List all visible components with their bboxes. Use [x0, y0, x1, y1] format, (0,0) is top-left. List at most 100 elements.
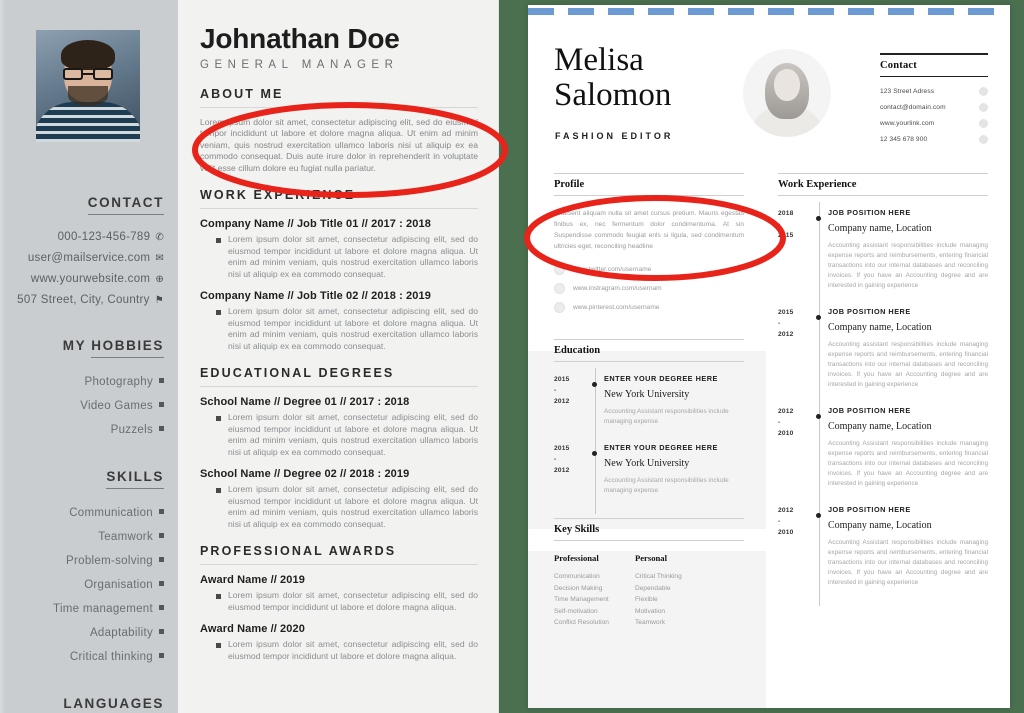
section-title-education-right: Education [554, 345, 601, 356]
contact-website-text: www.yourlink.com [880, 119, 935, 127]
education-entry-bullet: Lorem ipsum dolor sit amet, consectetur … [216, 484, 478, 530]
key-skills-column-title: Professional [554, 553, 599, 563]
divider [200, 564, 478, 566]
bullet-square-icon [159, 509, 164, 514]
skill-item: Critical thinking [10, 645, 164, 669]
hobby-item: Puzzels [10, 418, 164, 442]
contact-item-phone-right[interactable]: 12 345 678 900 [880, 132, 988, 148]
timeline-dot-icon [816, 315, 821, 320]
work-entry-bullet: Lorem ipsum dolor sit amet, consectetur … [216, 306, 478, 352]
skill-item: Problem-solving [10, 549, 164, 573]
job-position-title: JOB POSITION HERE [828, 307, 911, 316]
work-timeline-item: 2015 - 2012 JOB POSITION HERE Company na… [778, 301, 988, 408]
award-entry-bullet: Lorem ipsum dolor sit amet, consectetur … [216, 590, 478, 613]
skill-label: Adaptability [89, 627, 153, 639]
skill-label: Problem-solving [66, 555, 153, 567]
bullet-square-icon [159, 629, 164, 634]
job-role-subtitle-right: FASHION EDITOR [555, 131, 674, 141]
key-skills-columns: Professional Communication Decision Maki… [554, 553, 744, 629]
education-entry-heading: School Name // Degree 01 // 2017 : 2018 [200, 396, 410, 409]
date-to: 2015 [778, 232, 794, 239]
top-dashed-accent-bar [528, 5, 1010, 15]
divider [200, 106, 478, 108]
hobby-item: Video Games [10, 394, 164, 418]
education-entry-heading: School Name // Degree 02 // 2018 : 2019 [200, 468, 410, 481]
social-link-text: www.twitter.com/username [573, 266, 652, 273]
right-resume-right-column: Work Experience 2018 - 2015 JOB POSITION… [766, 173, 1010, 606]
section-title-education: EDUCATIONAL DEGREES [200, 366, 395, 381]
contact-heading: CONTACT [87, 195, 164, 215]
social-link-twitter[interactable]: www.twitter.com/username [554, 264, 744, 275]
bullet-square-icon [216, 310, 221, 316]
work-entry-desc: Accounting assistant responsibilities in… [828, 341, 988, 388]
award-entry-body: Lorem ipsum dolor sit amet, consectetur … [228, 590, 478, 612]
section-work-experience: WORK EXPERIENCE Company Name // Job Titl… [200, 188, 478, 352]
globe-icon [979, 119, 988, 128]
award-entry-bullet: Lorem ipsum dolor sit amet, consectetur … [216, 639, 478, 662]
contact-phone-text: 000-123-456-789 [57, 231, 151, 243]
key-skill-item: Motivation [634, 607, 666, 615]
section-title-profile: Profile [554, 179, 585, 190]
date-from: 2012 [778, 408, 794, 415]
work-entry-content: JOB POSITION HERE Company name, Location… [828, 505, 988, 588]
award-entry-body: Lorem ipsum dolor sit amet, consectetur … [228, 639, 478, 661]
photo-hair [61, 40, 115, 70]
work-entry-bullet: Lorem ipsum dolor sit amet, consectetur … [216, 234, 478, 280]
contact-item-address[interactable]: 507 Street, City, Country ⚑ [10, 290, 164, 311]
key-skill-item: Flexible [634, 596, 658, 603]
right-resume-inner: Melisa Salomon FASHION EDITOR Contact 12… [528, 13, 1010, 708]
timeline-dot-icon [816, 216, 821, 221]
company-name: Company name, Location [828, 322, 932, 333]
contact-heading-right: Contact [880, 59, 917, 71]
timeline-rail [588, 437, 604, 514]
page-title: Johnathan Doe [200, 23, 400, 54]
key-skill-item: Time Management [554, 596, 609, 603]
skill-label: Time management [53, 603, 153, 615]
contact-item-website[interactable]: www.yourwebsite.com ⊕ [10, 269, 164, 290]
photo-torso [36, 102, 140, 142]
skills-list: Communication Teamwork Problem-solving O… [10, 501, 164, 669]
education-date-range: 2015 - 2012 [554, 443, 588, 496]
bullet-square-icon [216, 416, 221, 422]
contact-item-website-right[interactable]: www.yourlink.com [880, 116, 988, 132]
social-link-pinterest[interactable]: www.pinterest.com/username [554, 302, 744, 313]
hobby-item: Photography [10, 370, 164, 394]
location-pin-icon: ⚑ [154, 295, 164, 306]
skill-label: Communication [69, 507, 153, 519]
key-skills-column-title: Personal [634, 553, 667, 563]
section-awards: PROFESSIONAL AWARDS Award Name // 2019 L… [200, 544, 478, 662]
contact-heading-wrap: CONTACT [10, 194, 164, 215]
right-resume-header: Melisa Salomon FASHION EDITOR Contact 12… [528, 13, 1010, 173]
key-skill-item: Decision Making [554, 584, 603, 592]
hobbies-heading-prefix: MY [62, 338, 92, 353]
skill-item: Time management [10, 597, 164, 621]
work-date-range: 2012 - 2010 [778, 406, 812, 489]
hobby-label: Photography [84, 376, 153, 388]
work-entry-desc: Accounting assistant responsibilities in… [828, 242, 988, 289]
photo-beard [68, 86, 108, 106]
skill-item: Communication [10, 501, 164, 525]
contact-item-email-right[interactable]: contact@domain.com [880, 100, 988, 116]
education-entry-body: Lorem ipsum dolor sit amet, consectetur … [228, 484, 478, 529]
education-entry-content: ENTER YOUR DEGREE HERE New York Universi… [604, 443, 744, 496]
contact-item-phone[interactable]: 000-123-456-789 ✆ [10, 227, 164, 248]
phone-icon [979, 135, 988, 144]
work-entry-heading: Company Name // Job Title 02 // 2018 : 2… [200, 290, 431, 303]
social-link-instagram[interactable]: www.instragram.com/usernam [554, 283, 744, 294]
section-title-work-right: Work Experience [778, 179, 857, 190]
skill-label: Teamwork [98, 531, 153, 543]
divider [554, 195, 744, 196]
date-separator: - [778, 518, 781, 525]
date-to: 2010 [778, 430, 794, 437]
contact-item-address-right[interactable]: 123 Street Adress [880, 84, 988, 100]
instagram-icon [554, 283, 565, 294]
date-separator: - [554, 387, 557, 394]
divider [778, 195, 988, 196]
date-from: 2015 [778, 309, 794, 316]
contact-item-email[interactable]: user@mailservice.com ✉ [10, 248, 164, 269]
social-link-text: www.pinterest.com/username [573, 304, 660, 311]
education-timeline-item: 2015 - 2012 ENTER YOUR DEGREE HERE New Y… [554, 368, 744, 445]
bullet-square-icon [216, 488, 221, 494]
key-skill-item: Communication [554, 573, 600, 580]
work-entry-body: Lorem ipsum dolor sit amet, consectetur … [228, 306, 478, 351]
